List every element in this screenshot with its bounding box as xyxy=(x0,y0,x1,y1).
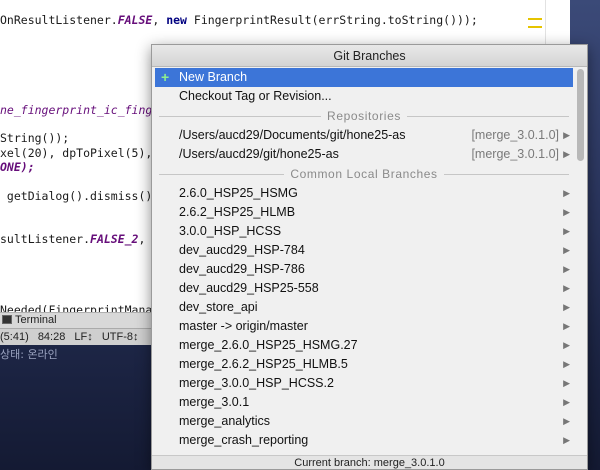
submenu-arrow-icon: ▶ xyxy=(563,302,570,312)
code-line: ne_fingerprint_ic_finge xyxy=(0,103,160,117)
branch-item[interactable]: merge_crash_reporting ▶ xyxy=(155,431,573,450)
submenu-arrow-icon: ▶ xyxy=(563,130,570,140)
code-line: ONE); xyxy=(0,160,35,174)
branch-item[interactable]: merge_3.0.0_HSP_HCSS.2 ▶ xyxy=(155,374,573,393)
code-line: String()); xyxy=(0,131,70,145)
code-line: xel(20), dpToPixel(5), d xyxy=(0,146,167,160)
branch-item[interactable]: dev_aucd29_HSP25-558 ▶ xyxy=(155,279,573,298)
submenu-arrow-icon: ▶ xyxy=(563,359,570,369)
current-branch-footer: Current branch: merge_3.0.1.0 xyxy=(152,455,587,469)
branch-item[interactable]: 3.0.0_HSP_HCSS ▶ xyxy=(155,222,573,241)
checkout-tag-action[interactable]: Checkout Tag or Revision... xyxy=(155,87,573,106)
desktop-status-text: 상태: 온라인 xyxy=(0,348,58,361)
code-line: OnResultListener.FALSE, new FingerprintR… xyxy=(0,13,478,27)
submenu-arrow-icon: ▶ xyxy=(563,416,570,426)
submenu-arrow-icon: ▶ xyxy=(563,207,570,217)
submenu-arrow-icon: ▶ xyxy=(563,226,570,236)
submenu-arrow-icon: ▶ xyxy=(563,378,570,388)
status-cursor[interactable]: 84:28 xyxy=(38,331,66,343)
status-encoding[interactable]: UTF-8↕ xyxy=(102,331,139,343)
branch-item[interactable]: master -> origin/master ▶ xyxy=(155,317,573,336)
repository-item[interactable]: /Users/aucd29/Documents/git/hone25-as [m… xyxy=(155,126,573,145)
branch-item[interactable]: dev_aucd29_HSP-786 ▶ xyxy=(155,260,573,279)
repositories-header: Repositories xyxy=(155,106,573,126)
submenu-arrow-icon: ▶ xyxy=(563,283,570,293)
submenu-arrow-icon: ▶ xyxy=(563,245,570,255)
plus-icon: + xyxy=(161,69,170,85)
terminal-icon xyxy=(2,315,12,324)
popup-title: Git Branches xyxy=(152,45,587,67)
submenu-arrow-icon: ▶ xyxy=(563,188,570,198)
submenu-arrow-icon: ▶ xyxy=(563,149,570,159)
submenu-arrow-icon: ▶ xyxy=(563,264,570,274)
code-line: Needed(FingerprintManage xyxy=(0,303,167,312)
status-line-separator[interactable]: LF↕ xyxy=(74,331,92,343)
terminal-tab[interactable]: Terminal xyxy=(0,312,160,328)
warning-marker[interactable] xyxy=(528,26,542,28)
submenu-arrow-icon: ▶ xyxy=(563,321,570,331)
status-position: (5:41) xyxy=(0,331,29,343)
code-line: getDialog().dismiss(), xyxy=(0,189,160,203)
scrollbar-thumb[interactable] xyxy=(577,69,584,161)
branch-item[interactable]: 2.6.2_HSP25_HLMB ▶ xyxy=(155,203,573,222)
branch-item[interactable]: dev_aucd29_HSP-784 ▶ xyxy=(155,241,573,260)
git-branches-popup: Git Branches + New Branch Checkout Tag o… xyxy=(151,44,588,470)
branch-item[interactable]: merge_2.6.0_HSP25_HSMG.27 ▶ xyxy=(155,336,573,355)
popup-scrollbar[interactable] xyxy=(576,69,585,457)
branch-item[interactable]: merge_3.0.1 ▶ xyxy=(155,393,573,412)
status-bar: (5:41) 84:28 LF↕ UTF-8↕ xyxy=(0,328,160,345)
branch-item[interactable]: merge_analytics ▶ xyxy=(155,412,573,431)
repository-item[interactable]: /Users/aucd29/git/hone25-as [merge_3.0.1… xyxy=(155,145,573,164)
submenu-arrow-icon: ▶ xyxy=(563,435,570,445)
branch-item[interactable]: merge_2.6.2_HSP25_HLMB.5 ▶ xyxy=(155,355,573,374)
branch-item[interactable]: dev_store_api ▶ xyxy=(155,298,573,317)
submenu-arrow-icon: ▶ xyxy=(563,340,570,350)
branch-item[interactable]: 2.6.0_HSP25_HSMG ▶ xyxy=(155,184,573,203)
submenu-arrow-icon: ▶ xyxy=(563,397,570,407)
new-branch-action[interactable]: + New Branch xyxy=(155,68,573,87)
common-local-branches-header: Common Local Branches xyxy=(155,164,573,184)
code-line: sultListener.FALSE_2, ne xyxy=(0,232,166,246)
warning-marker[interactable] xyxy=(528,18,542,20)
branches-list: + New Branch Checkout Tag or Revision...… xyxy=(155,68,573,450)
